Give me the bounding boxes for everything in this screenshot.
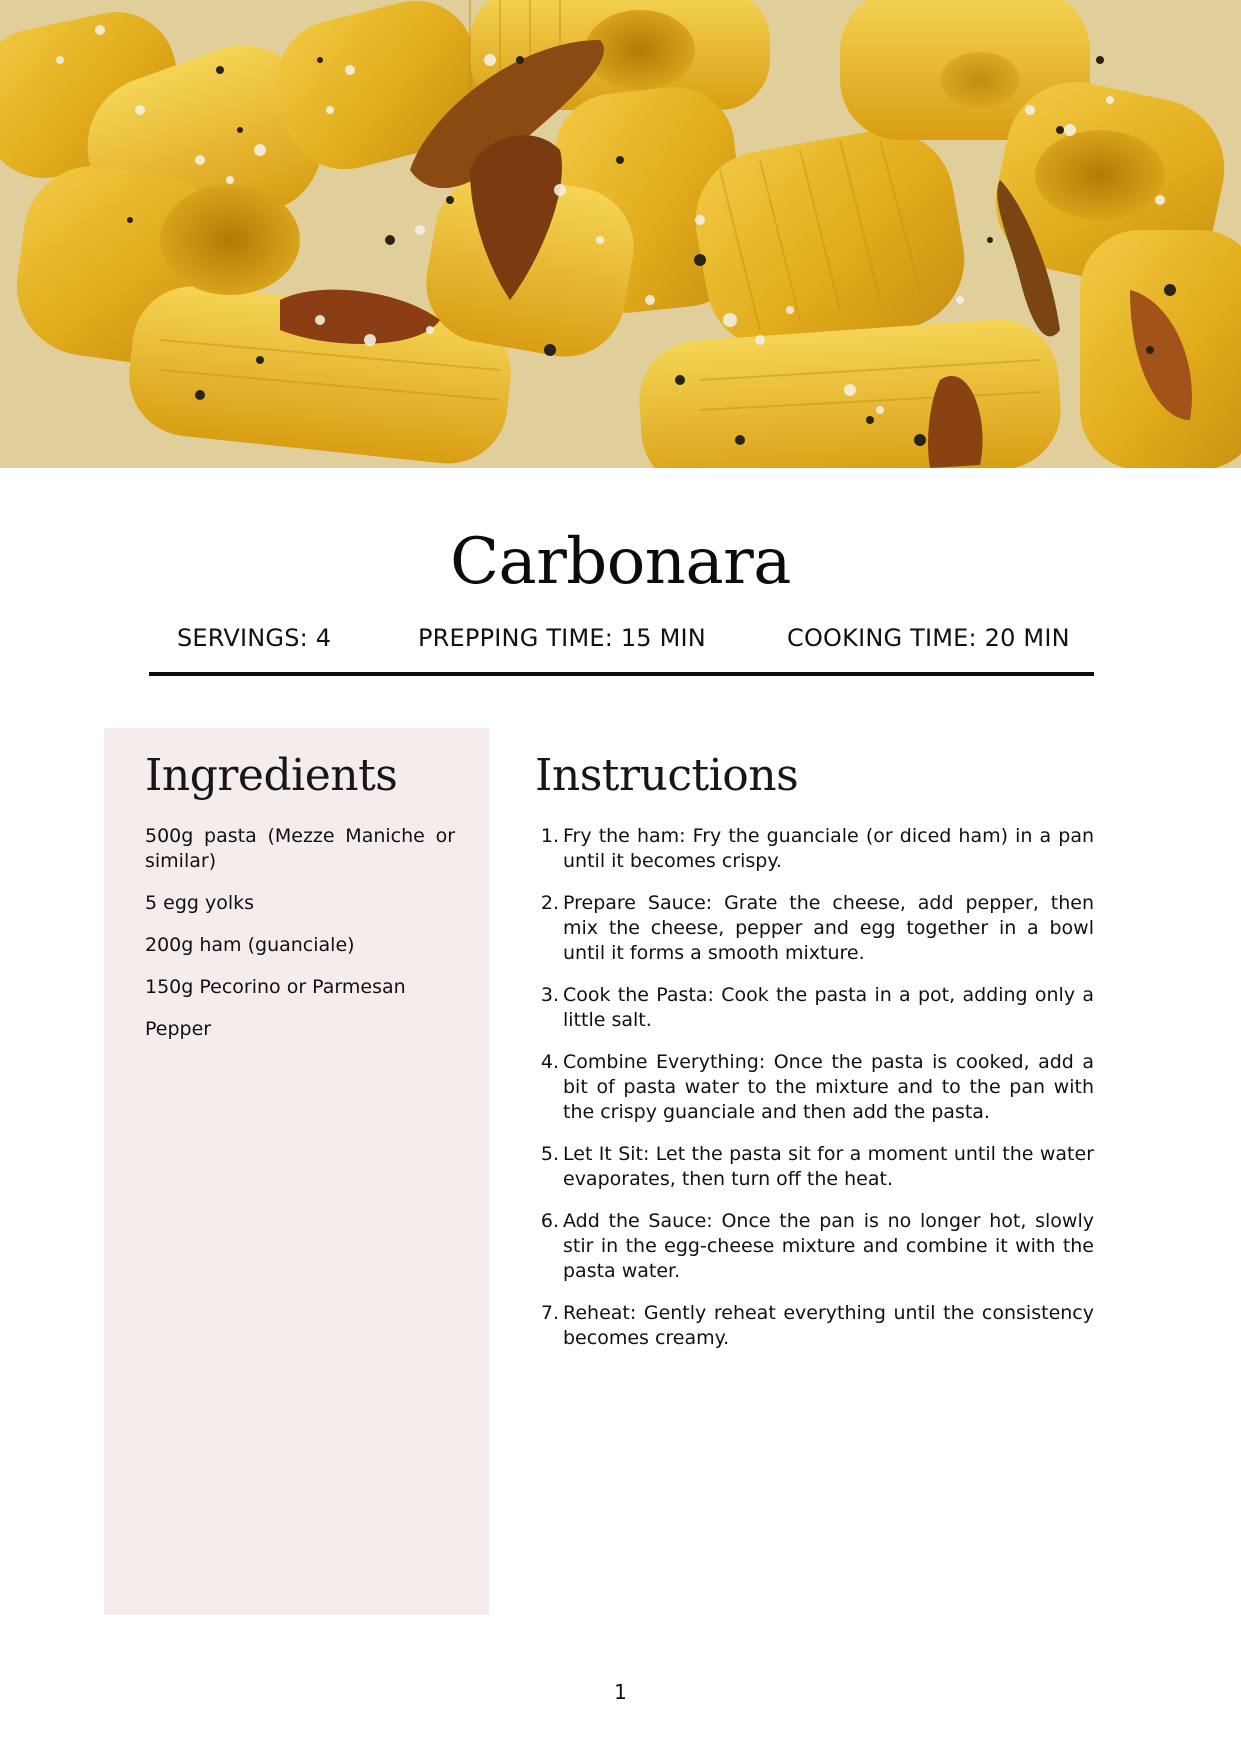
ingredients-heading: Ingredients [145,750,398,801]
step-text: Fry the ham: Fry the guanciale (or diced… [563,825,1094,872]
ingredient-item: 150g Pecorino or Parmesan [145,976,406,998]
instruction-step: 4. Combine Everything: Once the pasta is … [535,1050,1094,1125]
recipe-meta-row: SERVINGS: 4 PREPPING TIME: 15 MIN COOKIN… [149,618,1094,676]
step-number: 5. [540,1143,559,1165]
step-text: Combine Everything: Once the pasta is co… [563,1051,1094,1123]
instruction-step: 1. Fry the ham: Fry the guanciale (or dic… [535,824,1094,874]
step-number: 1. [540,825,559,847]
step-number: 4. [540,1051,559,1073]
step-number: 6. [540,1210,559,1232]
instruction-step: 5. Let It Sit: Let the pasta sit for a mo… [535,1142,1094,1192]
step-number: 7. [540,1302,559,1324]
instruction-step: 2. Prepare Sauce: Grate the cheese, add p… [535,891,1094,966]
carbonara-pasta-photo-icon [0,0,1241,468]
ingredient-item: 5 egg yolks [145,892,255,914]
step-text: Let It Sit: Let the pasta sit for a mome… [563,1143,1094,1190]
instructions-list: 1. Fry the ham: Fry the guanciale (or dic… [535,824,1094,1368]
ingredient-item: Pepper [145,1018,212,1040]
step-number: 2. [540,892,559,914]
step-text: Cook the Pasta: Cook the pasta in a pot,… [563,984,1094,1031]
step-text: Prepare Sauce: Grate the cheese, add pep… [563,892,1094,964]
recipe-title: Carbonara [450,525,791,599]
instructions-heading: Instructions [535,750,799,801]
step-text: Add the Sauce: Once the pan is no longer… [563,1210,1094,1282]
step-text: Reheat: Gently reheat everything until t… [563,1302,1094,1349]
instruction-step: 6. Add the Sauce: Once the pan is no long… [535,1209,1094,1284]
hero-photo [0,0,1241,468]
prepping-time-label: PREPPING TIME: 15 MIN [418,624,706,652]
ingredient-item: 500g pasta (Mezze Maniche or similar) [145,825,455,872]
servings-label: SERVINGS: 4 [177,624,332,652]
ingredients-list: 500g pasta (Mezze Maniche or similar) 5 … [145,824,455,1059]
page-number: 1 [614,1680,627,1704]
cooking-time-label: COOKING TIME: 20 MIN [787,624,1070,652]
instruction-step: 3. Cook the Pasta: Cook the pasta in a po… [535,983,1094,1033]
instruction-step: 7. Reheat: Gently reheat everything until… [535,1301,1094,1351]
step-number: 3. [540,984,559,1006]
ingredient-item: 200g ham (guanciale) [145,934,355,956]
